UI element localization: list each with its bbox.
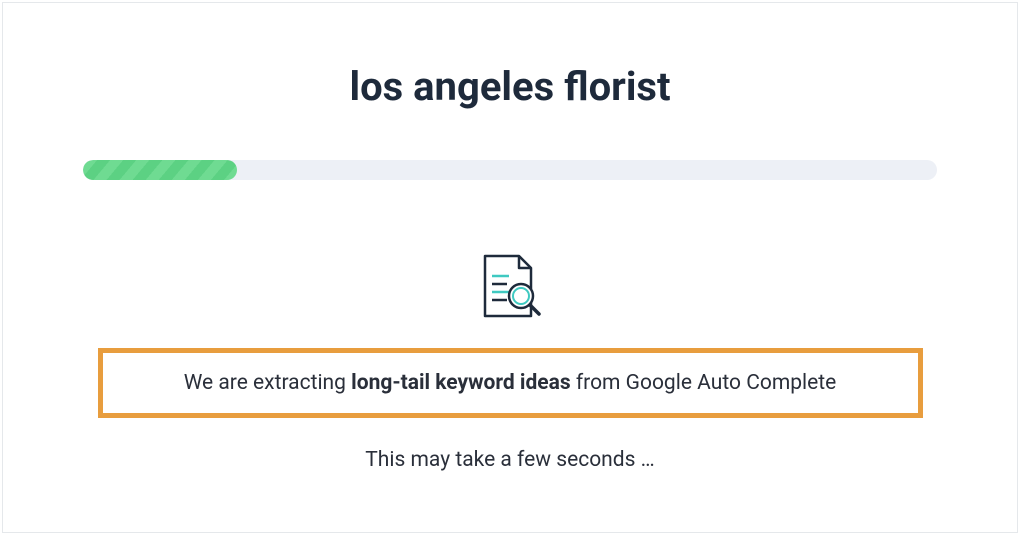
progress-bar [83, 160, 937, 180]
wait-message: This may take a few seconds … [365, 448, 654, 472]
status-prefix: We are extracting [184, 371, 351, 395]
loading-panel: los angeles florist We are extracting lo… [2, 2, 1018, 533]
status-suffix: from Google Auto Complete [571, 371, 837, 395]
document-search-icon [470, 250, 550, 323]
progress-bar-fill [83, 160, 237, 180]
status-highlight-box: We are extracting long-tail keyword idea… [98, 348, 923, 418]
status-message: We are extracting long-tail keyword idea… [133, 371, 888, 395]
status-bold: long-tail keyword ideas [351, 371, 571, 395]
search-query-heading: los angeles florist [349, 63, 670, 110]
